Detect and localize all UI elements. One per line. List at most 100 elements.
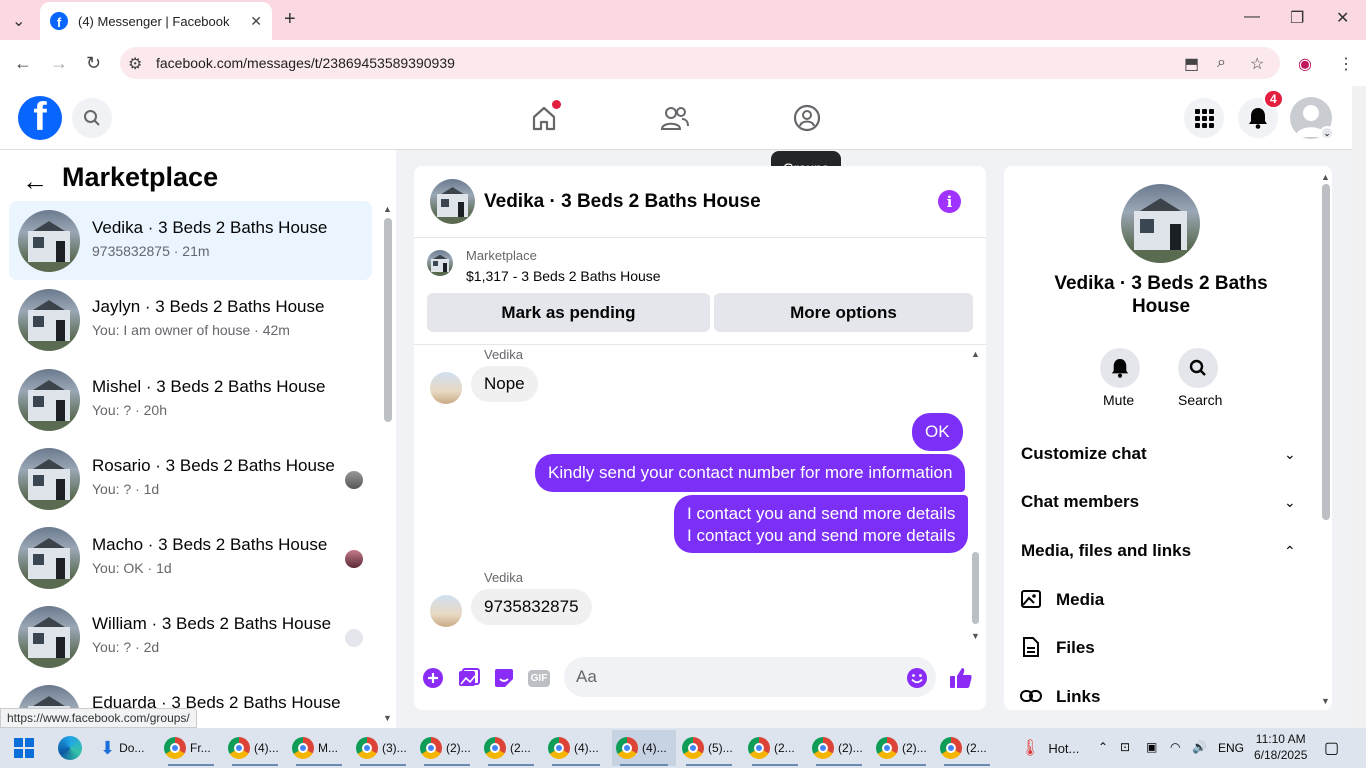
page-scrollbar[interactable] bbox=[1352, 86, 1366, 728]
conversation-item[interactable]: Mishel · 3 Beds 2 Baths House You: ? · 2… bbox=[9, 360, 372, 439]
thermometer-icon: 🌡 bbox=[1020, 740, 1041, 757]
chat-members-row[interactable]: Chat members bbox=[1021, 492, 1139, 512]
site-info-icon[interactable]: ⚙ bbox=[128, 54, 142, 74]
details-panel: Vedika · 3 Beds 2 Baths House Mute Searc… bbox=[1004, 166, 1332, 710]
close-window-icon[interactable]: ✕ bbox=[1336, 8, 1349, 28]
conversation-item[interactable]: William · 3 Beds 2 Baths House You: ? · … bbox=[9, 597, 372, 676]
nav-friends[interactable] bbox=[655, 100, 695, 136]
tab-search-chevron-icon[interactable]: ⌄ bbox=[12, 11, 25, 31]
tray-chevron-icon[interactable]: ⌃ bbox=[1098, 740, 1108, 754]
chevron-down-icon[interactable]: ⌄ bbox=[1284, 494, 1296, 511]
media-files-links-row[interactable]: Media, files and links bbox=[1021, 541, 1191, 561]
taskbar-chrome-window[interactable]: (2)... bbox=[808, 730, 870, 766]
more-options-button[interactable]: More options bbox=[714, 293, 973, 332]
taskbar-chrome-window[interactable]: (2)... bbox=[416, 730, 478, 766]
taskbar-chrome-window[interactable]: (4)... bbox=[224, 730, 286, 766]
links-link[interactable]: Links bbox=[1056, 687, 1100, 707]
wifi-icon[interactable]: ◠ bbox=[1170, 740, 1180, 754]
zoom-icon[interactable]: ⌕ bbox=[1217, 54, 1226, 72]
browser-tab[interactable]: f (4) Messenger | Facebook ✕ bbox=[40, 2, 272, 40]
media-link[interactable]: Media bbox=[1056, 590, 1104, 610]
search-conversation-button[interactable] bbox=[1178, 348, 1218, 388]
scroll-up-icon[interactable]: ▲ bbox=[1321, 172, 1330, 182]
customize-chat-row[interactable]: Customize chat bbox=[1021, 444, 1147, 464]
sidebar-scrollbar[interactable] bbox=[384, 218, 392, 422]
message-input[interactable]: Aa bbox=[564, 657, 936, 697]
taskbar-chrome-window[interactable]: (4)... bbox=[544, 730, 608, 766]
conversation-item[interactable]: Vedika · 3 Beds 2 Baths House 9735832875… bbox=[9, 201, 372, 280]
forward-icon[interactable]: → bbox=[50, 53, 68, 74]
taskbar-chrome-window[interactable]: (2... bbox=[936, 730, 998, 766]
chat-thumbnail[interactable] bbox=[430, 179, 475, 224]
chrome-icon bbox=[164, 737, 186, 759]
gif-icon[interactable]: GIF bbox=[526, 666, 552, 690]
conversation-item[interactable]: Macho · 3 Beds 2 Baths House You: OK · 1… bbox=[9, 518, 372, 597]
like-thumb-icon[interactable] bbox=[949, 666, 973, 690]
account-chevron-icon[interactable]: ⌄ bbox=[1320, 126, 1334, 140]
nav-home[interactable] bbox=[524, 100, 564, 136]
back-arrow-icon[interactable]: ← bbox=[22, 166, 48, 197]
taskbar-chrome-window[interactable]: M... bbox=[288, 730, 350, 766]
info-icon[interactable]: i bbox=[938, 190, 961, 213]
restore-icon[interactable]: ❐ bbox=[1290, 8, 1304, 28]
mute-button[interactable] bbox=[1100, 348, 1140, 388]
weather-widget[interactable]: 🌡 Hot... bbox=[1016, 730, 1088, 766]
sticker-icon[interactable] bbox=[492, 666, 516, 690]
taskbar-chrome-window[interactable]: (3)... bbox=[352, 730, 414, 766]
scroll-down-icon[interactable]: ▼ bbox=[383, 713, 392, 723]
home-notification-dot bbox=[552, 100, 561, 109]
scroll-down-icon[interactable]: ▼ bbox=[1321, 696, 1330, 706]
browser-menu-icon[interactable]: ⋮ bbox=[1338, 54, 1354, 74]
volume-icon[interactable]: 🔊 bbox=[1192, 740, 1207, 754]
scroll-down-icon[interactable]: ▼ bbox=[971, 631, 980, 641]
emoji-icon[interactable] bbox=[905, 666, 929, 690]
photo-icon[interactable] bbox=[457, 666, 481, 690]
details-thumbnail bbox=[1121, 184, 1200, 263]
conversation-item[interactable]: Jaylyn · 3 Beds 2 Baths House You: I am … bbox=[9, 280, 372, 359]
minimize-icon[interactable]: — bbox=[1244, 8, 1260, 26]
taskbar-chrome-window[interactable]: Fr... bbox=[160, 730, 222, 766]
chat-title[interactable]: Vedika · 3 Beds 2 Baths House bbox=[484, 191, 761, 213]
mark-pending-button[interactable]: Mark as pending bbox=[427, 293, 710, 332]
chrome-icon bbox=[748, 737, 770, 759]
taskbar-chrome-window[interactable]: (2)... bbox=[872, 730, 934, 766]
notification-center-icon[interactable]: ▢ bbox=[1324, 738, 1339, 758]
conversation-item[interactable]: Rosario · 3 Beds 2 Baths House You: ? · … bbox=[9, 439, 372, 518]
details-scrollbar[interactable] bbox=[1322, 184, 1330, 520]
conversation-item[interactable]: Eduarda · 3 Beds 2 Baths House bbox=[9, 676, 372, 708]
plus-icon[interactable] bbox=[421, 666, 445, 690]
message-list: Vedika Nope OK Kindly send your contact … bbox=[414, 344, 986, 641]
taskbar-chrome-window-active[interactable]: (4)... bbox=[612, 730, 676, 766]
taskbar-clock[interactable]: 11:10 AM 6/18/2025 bbox=[1254, 731, 1307, 763]
taskbar-downloads[interactable]: ⬇ Do... bbox=[96, 730, 158, 766]
files-link[interactable]: Files bbox=[1056, 638, 1095, 658]
new-tab-icon[interactable]: + bbox=[284, 8, 296, 31]
apps-grid-icon bbox=[1195, 109, 1214, 128]
chrome-icon bbox=[420, 737, 442, 759]
nav-groups[interactable] bbox=[787, 100, 827, 136]
tab-close-icon[interactable]: ✕ bbox=[250, 13, 262, 30]
scroll-up-icon[interactable]: ▲ bbox=[383, 204, 392, 214]
bookmark-star-icon[interactable]: ☆ bbox=[1250, 54, 1264, 74]
url-bar[interactable]: facebook.com/messages/t/2386945358939093… bbox=[120, 47, 1280, 79]
facebook-logo[interactable]: f bbox=[18, 96, 62, 140]
chevron-down-icon[interactable]: ⌄ bbox=[1284, 446, 1296, 463]
taskbar-chrome-window[interactable]: (5)... bbox=[678, 730, 740, 766]
scroll-up-icon[interactable]: ▲ bbox=[971, 349, 980, 359]
install-app-icon[interactable]: ⬒ bbox=[1184, 54, 1199, 74]
taskbar-chrome-window[interactable]: (2... bbox=[480, 730, 542, 766]
edge-icon[interactable] bbox=[58, 736, 82, 760]
taskbar-chrome-window[interactable]: (2... bbox=[744, 730, 806, 766]
message-scrollbar[interactable] bbox=[972, 552, 979, 624]
start-icon[interactable] bbox=[14, 738, 34, 763]
reload-icon[interactable]: ↻ bbox=[86, 53, 101, 74]
network-icon[interactable]: ⊡ bbox=[1120, 740, 1130, 754]
chevron-up-icon[interactable]: ⌃ bbox=[1284, 543, 1296, 560]
meet-icon[interactable]: ▣ bbox=[1146, 740, 1157, 754]
profile-icon[interactable]: ◉ bbox=[1298, 54, 1312, 74]
back-icon[interactable]: ← bbox=[14, 53, 32, 74]
search-button[interactable] bbox=[72, 98, 112, 138]
language-indicator[interactable]: ENG bbox=[1218, 741, 1244, 755]
menu-button[interactable] bbox=[1184, 98, 1224, 138]
listing-thumbnail bbox=[18, 527, 80, 589]
